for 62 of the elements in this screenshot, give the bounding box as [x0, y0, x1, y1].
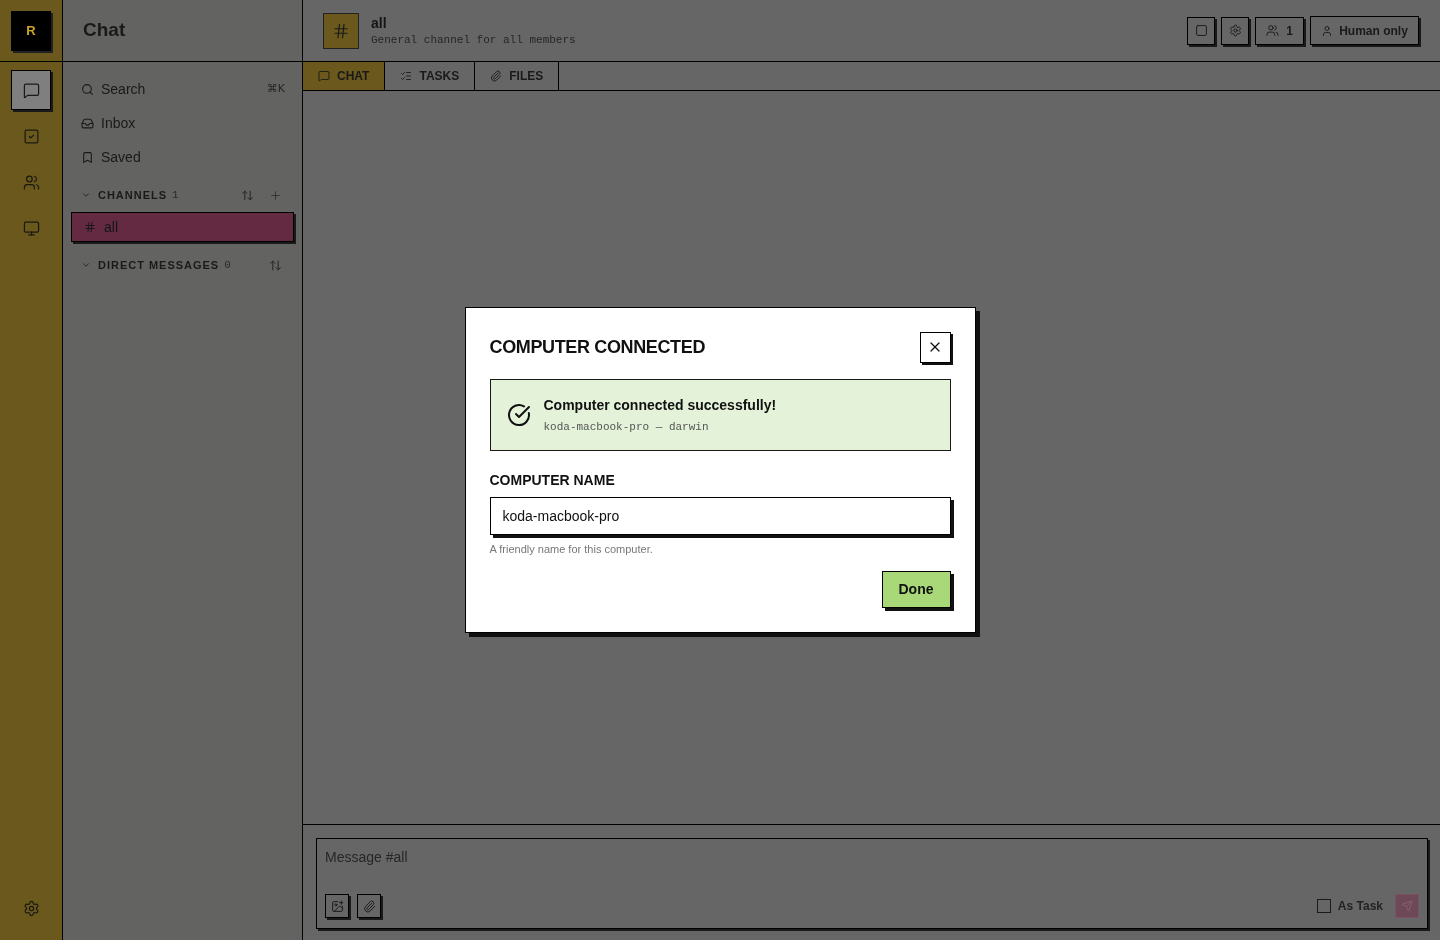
- sidebar-title: Chat: [83, 18, 126, 43]
- up-down-arrows-icon: [240, 188, 254, 202]
- mode-button[interactable]: Human only: [1310, 16, 1419, 45]
- close-button[interactable]: [919, 331, 951, 363]
- paperclip-icon: [490, 70, 503, 82]
- item-count: 0: [224, 257, 232, 273]
- channel-hash-icon: [323, 12, 359, 49]
- message-input[interactable]: Message #all: [325, 847, 1419, 867]
- image-upload-button[interactable]: [325, 894, 349, 918]
- chat-bubble-icon: [22, 81, 40, 99]
- as-task-label: As Task: [1337, 898, 1383, 915]
- people-icon: [1266, 24, 1280, 37]
- tab[interactable]: FILES: [475, 62, 560, 90]
- tab[interactable]: TASKS: [385, 62, 476, 90]
- square-icon: [1194, 24, 1208, 37]
- field-label: COMPUTER NAME: [489, 470, 616, 490]
- success-title: Computer connected successfully!: [543, 395, 777, 415]
- plus-icon: [268, 188, 282, 202]
- chevron-down-icon: [81, 190, 91, 200]
- workspace-logo[interactable]: R: [11, 10, 51, 51]
- channel-description: General channel for all members: [371, 32, 576, 48]
- bookmark-icon: [81, 150, 94, 164]
- channel-title: all: [371, 13, 388, 32]
- inbox-tray-icon: [81, 116, 94, 130]
- sidebar-item[interactable]: Inbox: [71, 106, 294, 140]
- rail-nav-button[interactable]: [11, 70, 51, 110]
- monitor-icon: [22, 219, 40, 237]
- as-task-checkbox[interactable]: [1316, 899, 1331, 913]
- sidebar-item[interactable]: Saved: [71, 140, 294, 174]
- paperclip-icon: [362, 899, 376, 913]
- section-toggle[interactable]: DIRECT MESSAGES 0: [81, 256, 232, 274]
- up-down-arrows-icon: [268, 258, 282, 272]
- checklist-icon: [400, 70, 413, 82]
- channel-settings-button[interactable]: [1221, 16, 1249, 45]
- check-circle-icon: [506, 402, 531, 427]
- dialog-title: COMPUTER CONNECTED: [489, 335, 706, 359]
- computer-name-input[interactable]: koda-macbook-pro: [489, 496, 951, 535]
- channel-item[interactable]: all: [71, 212, 294, 242]
- shortcut-hint: ⌘K: [266, 80, 285, 97]
- tab[interactable]: CHAT: [303, 62, 386, 90]
- hash-icon: [84, 221, 96, 233]
- send-button[interactable]: [1395, 894, 1419, 918]
- members-button[interactable]: 1: [1255, 16, 1304, 45]
- checked-square-icon: [22, 127, 40, 145]
- chevron-down-icon: [81, 260, 91, 270]
- success-detail: koda-macbook-pro — darwin: [543, 419, 710, 435]
- settings-icon: [22, 899, 40, 917]
- help-text: A friendly name for this computer.: [489, 541, 654, 557]
- settings-icon: [1228, 24, 1242, 37]
- add-channel-button[interactable]: [268, 188, 282, 202]
- image-plus-icon: [330, 899, 344, 913]
- people-icon: [22, 173, 40, 191]
- attach-button[interactable]: [357, 894, 381, 918]
- chat-bubble-icon: [318, 70, 330, 82]
- sort-button[interactable]: [240, 188, 254, 202]
- person-icon: [1321, 24, 1334, 37]
- layout-button[interactable]: [1187, 16, 1215, 45]
- search-icon: [81, 82, 94, 96]
- sidebar-item[interactable]: Search ⌘K: [71, 72, 294, 106]
- paper-plane-icon: [1401, 900, 1413, 912]
- done-button[interactable]: Done: [881, 571, 951, 609]
- sort-button[interactable]: [268, 258, 282, 272]
